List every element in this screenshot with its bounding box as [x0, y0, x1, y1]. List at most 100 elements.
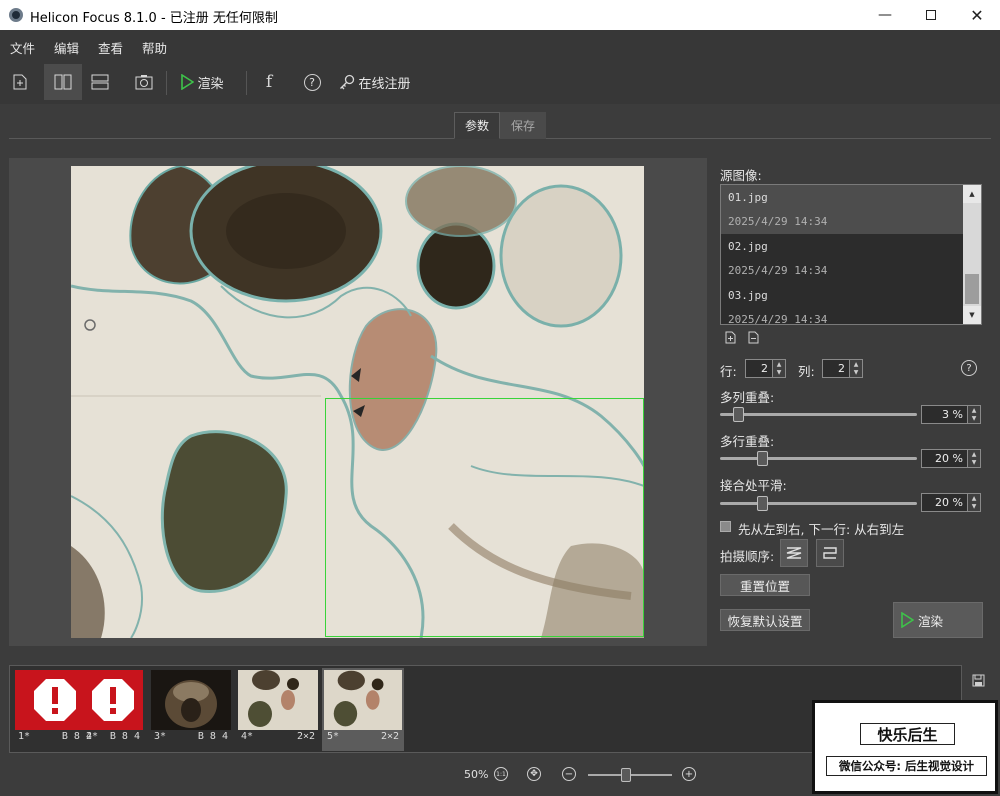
source-images-list[interactable]: 01.jpg 2025/4/29 14:34 02.jpg 2025/4/29 … — [720, 184, 982, 325]
source-item[interactable]: 03.jpg 2025/4/29 14:34 — [721, 283, 965, 325]
actual-size-button[interactable]: 1:1 — [494, 767, 508, 781]
reset-position-button[interactable]: 重置位置 — [720, 574, 810, 596]
help-button[interactable]: ? — [298, 64, 326, 100]
chevron-down-icon[interactable]: ▼ — [972, 415, 977, 423]
zoom-in-button[interactable]: + — [682, 767, 696, 781]
render-toolbar-button[interactable]: 渲染 — [174, 64, 230, 100]
seam-smoothing-spinbox[interactable]: 20 % — [921, 493, 968, 512]
minimize-button[interactable]: — — [862, 0, 908, 30]
source-item-date: 2025/4/29 14:34 — [728, 313, 828, 325]
source-item[interactable]: 01.jpg 2025/4/29 14:34 — [721, 185, 965, 234]
error-icon — [34, 679, 76, 721]
film-thumb[interactable]: 3* B 8 4 — [151, 670, 231, 744]
scroll-down-icon[interactable]: ▼ — [963, 306, 981, 324]
add-file-icon — [13, 74, 27, 90]
menu-view[interactable]: 查看 — [98, 38, 123, 57]
save-icon — [972, 674, 985, 687]
rows-stepper[interactable]: ▲ ▼ — [773, 359, 786, 378]
column-overlap-spinbox[interactable]: 3 % — [921, 405, 968, 424]
rows-spinbox[interactable]: 2 — [745, 359, 773, 378]
source-item[interactable]: 02.jpg 2025/4/29 14:34 — [721, 234, 965, 283]
plus-icon: + — [684, 768, 694, 780]
snake-order-icon — [823, 547, 837, 559]
seam-smoothing-stepper[interactable]: ▲ ▼ — [968, 493, 981, 512]
film-thumb-selected[interactable]: 5* 2×2 — [322, 668, 404, 751]
tab-save[interactable]: 保存 — [500, 112, 547, 139]
film-thumb[interactable]: 2* B 8 4 — [83, 670, 143, 744]
register-online-label: 在线注册 — [358, 76, 411, 92]
toolbar: 渲染 f ? 在线注册 — [0, 60, 1000, 104]
facebook-button[interactable]: f — [256, 64, 282, 100]
source-images-label: 源图像: — [720, 168, 762, 183]
zoom-slider-handle[interactable] — [621, 768, 631, 782]
column-overlap-stepper[interactable]: ▲ ▼ — [968, 405, 981, 424]
error-icon — [92, 679, 134, 721]
source-item-date: 2025/4/29 14:34 — [728, 215, 828, 228]
row-overlap-slider[interactable] — [720, 457, 917, 460]
help-icon: ? — [303, 73, 321, 91]
close-button[interactable]: ✕ — [954, 0, 1000, 30]
menu-file[interactable]: 文件 — [10, 38, 35, 57]
order-snake-button[interactable] — [816, 539, 844, 567]
menu-edit[interactable]: 编辑 — [54, 38, 79, 57]
maximize-button[interactable] — [908, 0, 954, 30]
order-rows-button[interactable] — [780, 539, 808, 567]
render-button[interactable]: 渲染 — [893, 602, 983, 638]
split-vertical-icon — [54, 74, 72, 90]
maximize-icon — [926, 10, 936, 20]
seam-smoothing-label: 接合处平滑: — [720, 478, 787, 493]
split-vertical-button[interactable] — [44, 64, 82, 100]
render-button-label: 渲染 — [918, 613, 944, 629]
watermark-overlay — [812, 700, 998, 794]
error-thumbnail — [83, 670, 143, 730]
tab-parameters[interactable]: 参数 — [454, 112, 501, 139]
chevron-down-icon[interactable]: ▼ — [777, 369, 782, 377]
cols-spinbox[interactable]: 2 — [822, 359, 850, 378]
seam-smoothing-slider-handle[interactable] — [757, 496, 768, 511]
column-overlap-slider-handle[interactable] — [733, 407, 744, 422]
column-overlap-label: 多列重叠: — [720, 390, 775, 405]
chevron-down-icon[interactable]: ▼ — [972, 459, 977, 467]
selection-rectangle[interactable] — [325, 398, 644, 637]
thumb-info: B 8 4 — [109, 731, 140, 742]
play-icon — [901, 612, 914, 628]
shooting-order-label: 拍摄顺序: — [720, 549, 775, 564]
column-overlap-slider[interactable] — [720, 413, 917, 416]
zoom-out-button[interactable]: − — [562, 767, 576, 781]
thumb-number: 2* — [86, 731, 99, 742]
add-file-button[interactable] — [6, 64, 34, 100]
row-overlap-label: 多行重叠: — [720, 434, 775, 449]
seam-smoothing-slider[interactable] — [720, 502, 917, 505]
chevron-up-icon[interactable]: ▲ — [972, 451, 977, 459]
scrollbar-thumb[interactable] — [965, 274, 979, 304]
remove-source-button[interactable] — [748, 331, 759, 347]
snake-order-label: 先从左到右, 下一行: 从右到左 — [738, 522, 905, 537]
chevron-up-icon[interactable]: ▲ — [777, 361, 782, 369]
key-icon — [340, 74, 355, 90]
camera-icon — [135, 75, 153, 90]
menu-help[interactable]: 帮助 — [142, 38, 167, 57]
scroll-up-icon[interactable]: ▲ — [963, 185, 981, 203]
restore-defaults-button[interactable]: 恢复默认设置 — [720, 609, 810, 631]
film-thumb[interactable]: 4* 2×2 — [238, 670, 318, 744]
chevron-down-icon[interactable]: ▼ — [972, 503, 977, 511]
register-online-button[interactable]: 在线注册 — [338, 64, 412, 100]
chevron-up-icon[interactable]: ▲ — [972, 407, 977, 415]
chevron-up-icon[interactable]: ▲ — [854, 361, 859, 369]
chevron-up-icon[interactable]: ▲ — [972, 495, 977, 503]
cols-stepper[interactable]: ▲ ▼ — [850, 359, 863, 378]
add-source-button[interactable] — [725, 331, 736, 347]
row-overlap-spinbox[interactable]: 20 % — [921, 449, 968, 468]
save-thumbnail-button[interactable] — [972, 674, 985, 690]
panel-help-icon[interactable]: ? — [961, 360, 977, 376]
split-horizontal-button[interactable] — [84, 64, 116, 100]
fit-view-button[interactable]: ✥ — [527, 767, 541, 781]
title-bar: Helicon Focus 8.1.0 - 已注册 无任何限制 — ✕ — [0, 0, 1000, 30]
camera-button[interactable] — [128, 64, 160, 100]
row-overlap-stepper[interactable]: ▲ ▼ — [968, 449, 981, 468]
source-item-name: 01.jpg — [728, 191, 768, 204]
snake-order-checkbox[interactable] — [720, 521, 731, 532]
row-overlap-slider-handle[interactable] — [757, 451, 768, 466]
thumb-number: 4* — [241, 731, 254, 742]
chevron-down-icon[interactable]: ▼ — [854, 369, 859, 377]
